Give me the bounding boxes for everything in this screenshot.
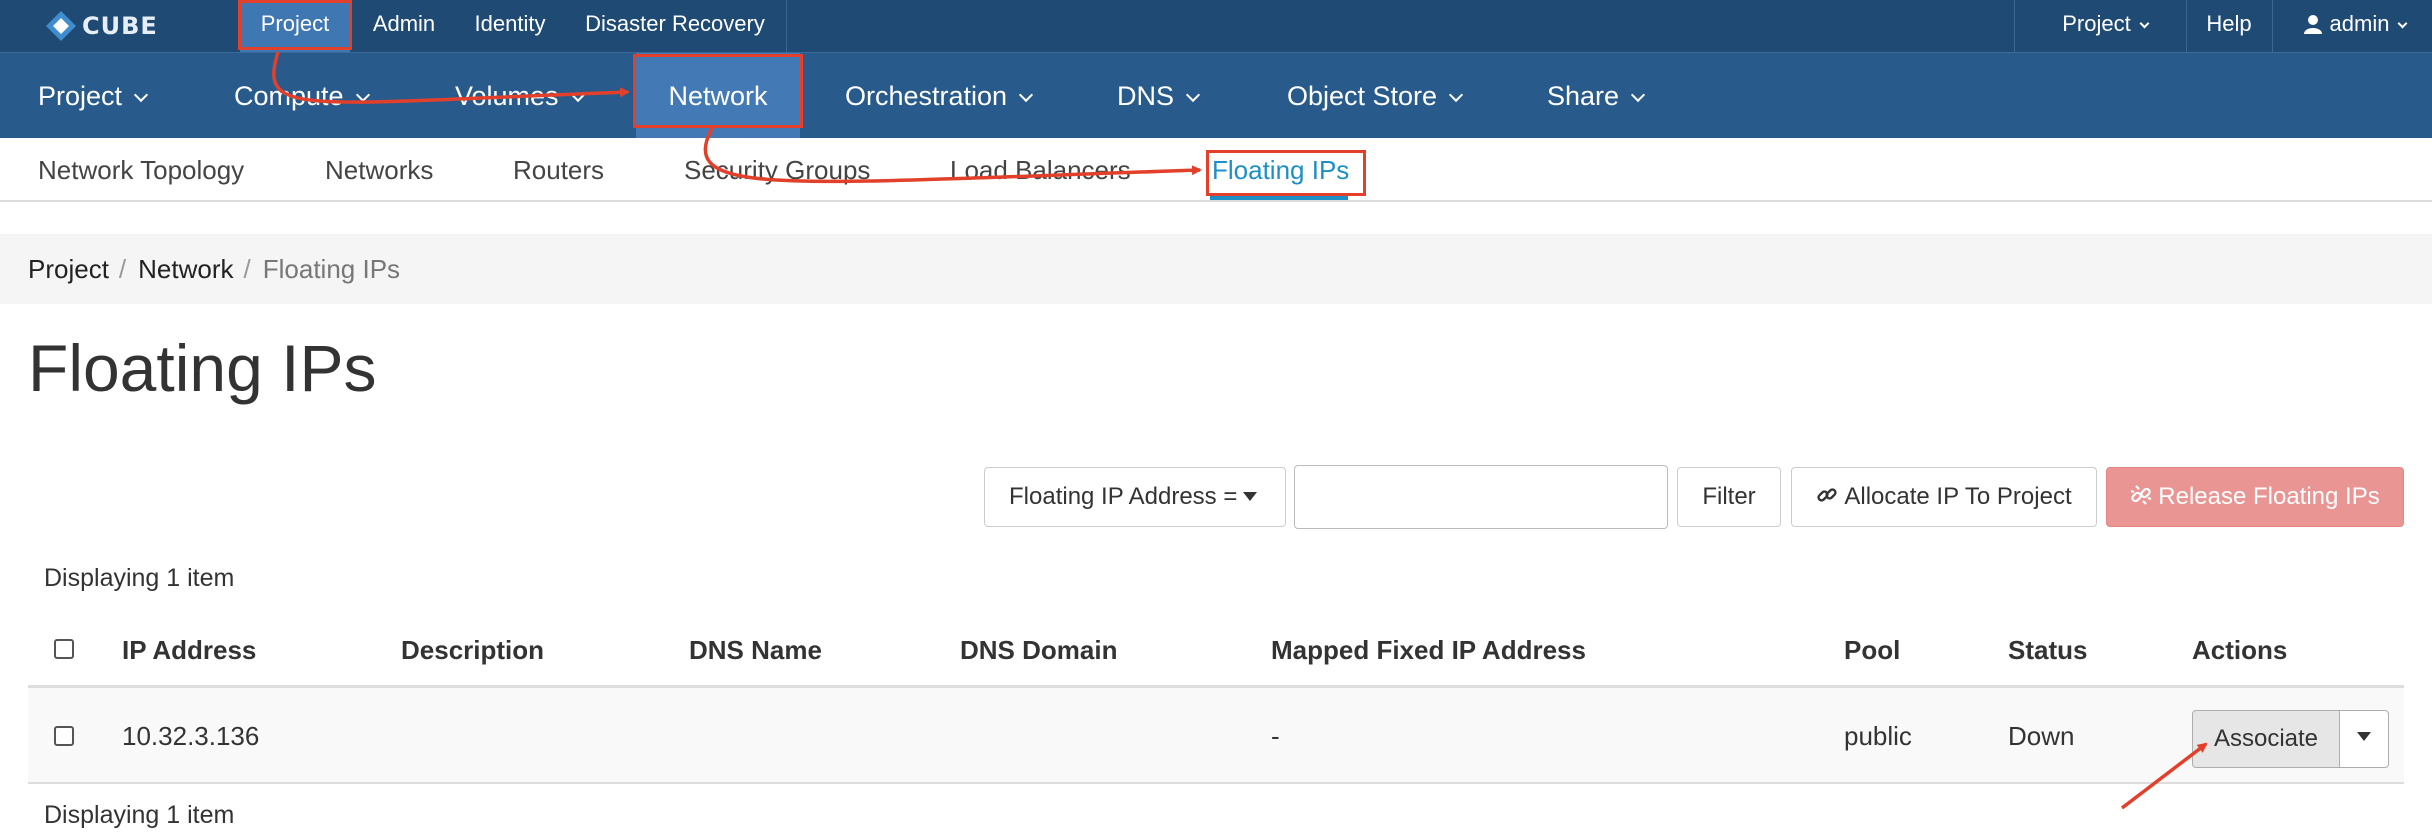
chevron-down-icon bbox=[570, 87, 585, 103]
nav-label: Object Store bbox=[1287, 81, 1438, 111]
highlight-box-project bbox=[238, 0, 352, 50]
project-switcher[interactable]: Project bbox=[2040, 0, 2170, 52]
breadcrumb-project[interactable]: Project bbox=[28, 254, 109, 284]
nav-share[interactable]: Share bbox=[1547, 53, 1646, 139]
chevron-down-icon bbox=[1630, 87, 1646, 103]
col-dns-name[interactable]: DNS Name bbox=[689, 612, 822, 688]
user-name: admin bbox=[2329, 11, 2390, 36]
help-link[interactable]: Help bbox=[2194, 0, 2264, 52]
nav-label: Volumes bbox=[455, 81, 559, 111]
top-nav-identity[interactable]: Identity bbox=[462, 0, 558, 52]
row-actions-dropdown[interactable] bbox=[2339, 710, 2389, 768]
chevron-down-icon bbox=[133, 87, 149, 103]
top-divider bbox=[2014, 0, 2015, 52]
chevron-down-icon bbox=[1019, 87, 1034, 103]
top-nav-admin[interactable]: Admin bbox=[356, 0, 452, 52]
chevron-down-icon bbox=[2139, 18, 2150, 29]
nav-project[interactable]: Project bbox=[38, 53, 149, 139]
cell-status: Down bbox=[2008, 721, 2075, 751]
breadcrumb-separator: / bbox=[243, 254, 251, 284]
allocate-ip-label: Allocate IP To Project bbox=[1844, 483, 2072, 510]
user-icon bbox=[2303, 3, 2322, 51]
breadcrumb-network[interactable]: Network bbox=[138, 254, 233, 284]
chevron-down-icon bbox=[2398, 18, 2408, 29]
unlink-icon bbox=[2130, 470, 2152, 528]
nav-volumes[interactable]: Volumes bbox=[455, 53, 585, 139]
nav-label: DNS bbox=[1117, 81, 1175, 111]
brand-logo[interactable]: CUBE bbox=[44, 6, 158, 46]
chevron-down-icon bbox=[355, 87, 370, 103]
active-tab-underline bbox=[1210, 196, 1348, 200]
cell-pool: public bbox=[1844, 721, 1912, 751]
allocate-ip-button[interactable]: Allocate IP To Project bbox=[1791, 467, 2097, 527]
filter-input[interactable] bbox=[1294, 465, 1668, 529]
breadcrumb-separator: / bbox=[118, 254, 127, 284]
main-nav: Project Compute Volumes Network Orchestr… bbox=[0, 52, 2432, 139]
nav-label: Orchestration bbox=[845, 81, 1008, 111]
top-divider bbox=[2272, 0, 2273, 52]
subnav-load-balancers[interactable]: Load Balancers bbox=[950, 138, 1131, 202]
nav-label: Project bbox=[38, 81, 123, 111]
nav-dns[interactable]: DNS bbox=[1117, 53, 1201, 139]
page-title: Floating IPs bbox=[28, 331, 377, 405]
select-all-checkbox[interactable] bbox=[54, 639, 74, 659]
link-icon bbox=[1816, 470, 1838, 528]
top-bar: CUBE Project Admin Identity Disaster Rec… bbox=[0, 0, 2432, 52]
chevron-down-icon bbox=[1185, 87, 1201, 103]
subnav-network-topology[interactable]: Network Topology bbox=[38, 138, 244, 202]
col-actions: Actions bbox=[2192, 635, 2288, 665]
table-count-top: Displaying 1 item bbox=[44, 564, 235, 592]
table-count-bottom: Displaying 1 item bbox=[44, 801, 235, 829]
subnav-routers[interactable]: Routers bbox=[513, 138, 604, 202]
associate-button[interactable]: Associate bbox=[2192, 710, 2340, 768]
release-floating-ips-button[interactable]: Release Floating IPs bbox=[2106, 467, 2404, 527]
nav-orchestration[interactable]: Orchestration bbox=[845, 53, 1034, 139]
breadcrumb-current: Floating IPs bbox=[262, 254, 401, 284]
top-nav-disaster-recovery[interactable]: Disaster Recovery bbox=[570, 0, 780, 52]
subnav-networks[interactable]: Networks bbox=[325, 138, 433, 202]
table-header: IP Address Description DNS Name DNS Doma… bbox=[28, 612, 2404, 688]
col-mapped-fixed-ip[interactable]: Mapped Fixed IP Address bbox=[1271, 612, 1586, 688]
cell-ip-address[interactable]: 10.32.3.136 bbox=[122, 688, 259, 784]
caret-down-icon bbox=[2357, 732, 2371, 741]
cell-mapped-fixed-ip: - bbox=[1271, 721, 1280, 751]
nav-object-store[interactable]: Object Store bbox=[1287, 53, 1464, 139]
top-divider bbox=[2186, 0, 2187, 52]
caret-down-icon bbox=[1243, 492, 1258, 501]
chevron-down-icon bbox=[1449, 87, 1464, 103]
filter-button[interactable]: Filter bbox=[1677, 467, 1781, 527]
filter-field-select[interactable]: Floating IP Address = bbox=[984, 467, 1286, 527]
table-row: 10.32.3.136 - public Down Associate bbox=[28, 688, 2404, 784]
highlight-box-floating-ips bbox=[1206, 150, 1366, 196]
subnav-security-groups[interactable]: Security Groups bbox=[684, 138, 870, 202]
release-label: Release Floating IPs bbox=[2158, 483, 2380, 510]
col-pool[interactable]: Pool bbox=[1844, 612, 1900, 688]
nav-label: Compute bbox=[234, 81, 344, 111]
row-checkbox[interactable] bbox=[54, 726, 74, 746]
project-switcher-label: Project bbox=[2062, 11, 2131, 36]
nav-label: Share bbox=[1547, 81, 1620, 111]
cube-logo-icon bbox=[44, 9, 78, 43]
brand-name: CUBE bbox=[82, 12, 158, 40]
col-ip-address[interactable]: IP Address bbox=[122, 612, 256, 688]
highlight-box-network bbox=[633, 54, 803, 128]
breadcrumb: Project / Network / Floating IPs bbox=[0, 234, 2432, 304]
top-divider bbox=[786, 0, 787, 52]
user-menu[interactable]: admin bbox=[2290, 0, 2420, 52]
filter-field-label: Floating IP Address = bbox=[1009, 483, 1238, 510]
nav-compute[interactable]: Compute bbox=[234, 53, 370, 139]
col-dns-domain[interactable]: DNS Domain bbox=[960, 612, 1117, 688]
col-status[interactable]: Status bbox=[2008, 612, 2087, 688]
col-description[interactable]: Description bbox=[401, 612, 544, 688]
